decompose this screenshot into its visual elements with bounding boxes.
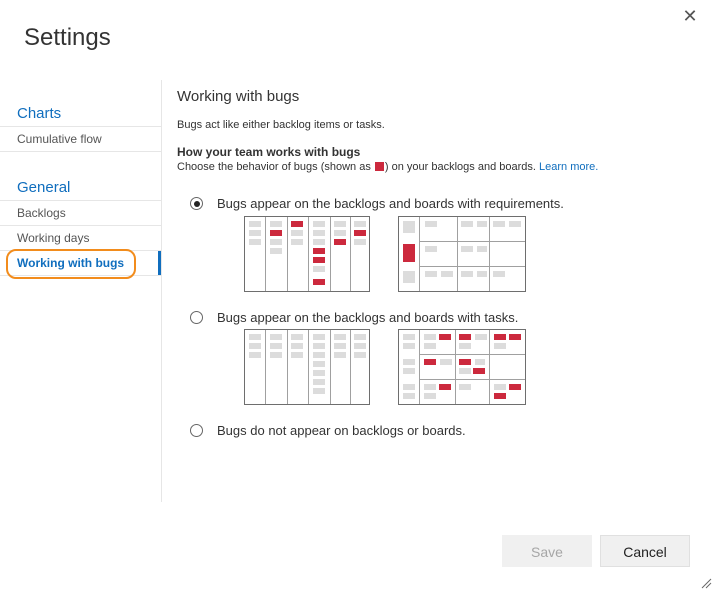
close-icon[interactable]: ✕ [680,6,700,26]
board-tasks-thumbnail [398,329,526,405]
backlog-requirements-thumbnail [244,216,370,292]
main-content: Working with bugs Bugs act like either b… [177,88,697,173]
section-description: Choose the behavior of bugs (shown as ) … [177,161,697,173]
sidebar-item-working-days[interactable]: Working days [0,226,161,251]
option-none[interactable]: Bugs do not appear on backlogs or boards… [190,423,466,438]
radio-none[interactable] [190,424,203,437]
radio-requirements[interactable] [190,197,203,210]
cancel-button[interactable]: Cancel [600,535,690,567]
settings-dialog: Settings ✕ Charts Cumulative flow Genera… [0,0,714,591]
option-requirements[interactable]: Bugs appear on the backlogs and boards w… [190,196,564,211]
sidebar-item-working-with-bugs[interactable]: Working with bugs [0,249,161,279]
page-title: Working with bugs [177,88,300,105]
learn-more-link[interactable]: Learn more. [539,161,598,173]
section-description-text: ) on your backlogs and boards. [384,161,536,173]
option-label: Bugs appear on the backlogs and boards w… [217,310,519,325]
section-heading: How your team works with bugs [177,145,361,159]
option-label: Bugs appear on the backlogs and boards w… [217,196,564,211]
page-description: Bugs act like either backlog items or ta… [177,119,385,131]
radio-tasks[interactable] [190,311,203,324]
sidebar-group-charts: Charts Cumulative flow [0,102,161,152]
sidebar-item-label: Working with bugs [17,256,125,270]
backlog-tasks-thumbnail [244,329,370,405]
option-tasks[interactable]: Bugs appear on the backlogs and boards w… [190,310,518,325]
bug-color-icon [374,162,384,171]
sidebar-nav: Backlogs Working days Working with bugs [0,200,161,279]
sidebar-nav: Cumulative flow [0,126,161,152]
resize-grip-icon[interactable] [700,576,712,589]
sidebar-group-title: Charts [17,105,62,122]
section-description-text: Choose the behavior of bugs (shown as [177,161,371,173]
sidebar-item-cumulative-flow[interactable]: Cumulative flow [0,127,161,152]
dialog-title: Settings [24,24,111,51]
sidebar: Charts Cumulative flow General Backlogs … [0,80,162,502]
save-button[interactable]: Save [502,535,592,567]
sidebar-group-general: General Backlogs Working days Working wi… [0,176,161,279]
board-requirements-thumbnail [398,216,526,292]
sidebar-group-title: General [17,179,71,196]
option-label: Bugs do not appear on backlogs or boards… [217,423,466,438]
sidebar-item-backlogs[interactable]: Backlogs [0,201,161,226]
